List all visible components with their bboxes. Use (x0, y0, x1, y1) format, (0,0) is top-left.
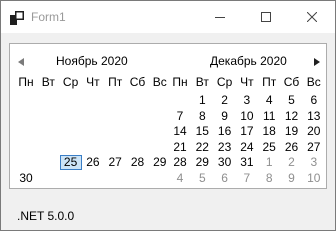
date-cell[interactable]: 17 (236, 124, 258, 139)
app-icon (10, 10, 24, 25)
date-cell[interactable]: 5 (281, 93, 303, 108)
weekday-header: Пн (172, 75, 188, 89)
weekday-header: Вт (195, 75, 209, 89)
maximize-icon (261, 12, 271, 22)
date-cell[interactable]: 20 (303, 124, 325, 139)
date-cell[interactable]: 29 (191, 155, 213, 170)
weekday-header: Чт (86, 75, 100, 89)
date-cell[interactable]: 1 (191, 93, 213, 108)
date-cell[interactable]: 31 (236, 155, 258, 170)
date-cell[interactable]: 28 (127, 155, 149, 170)
today-date-cell[interactable]: 25 (59, 155, 82, 170)
date-cell[interactable]: 30 (214, 155, 236, 170)
month-title-december[interactable]: Декабрь 2020 (210, 54, 287, 68)
date-cell[interactable]: 6 (303, 93, 325, 108)
date-cell[interactable]: 4 (258, 93, 280, 108)
date-cell[interactable]: 6 (214, 171, 236, 186)
close-button[interactable] (289, 1, 335, 33)
version-label: .NET 5.0.0 (17, 209, 75, 223)
maximize-button[interactable] (243, 1, 289, 33)
weekday-header: Пт (262, 75, 277, 89)
date-cell[interactable]: 8 (191, 109, 213, 124)
date-cell[interactable]: 28 (169, 155, 191, 170)
date-cell[interactable]: 10 (236, 109, 258, 124)
weekday-header: Чт (240, 75, 254, 89)
minimize-button[interactable] (197, 1, 243, 33)
prev-month-button[interactable] (14, 55, 28, 69)
weekday-header: Сб (283, 75, 300, 89)
date-cell[interactable]: 26 (281, 140, 303, 155)
date-cell[interactable]: 1 (258, 155, 280, 170)
next-month-button[interactable] (310, 55, 324, 69)
date-cell[interactable]: 16 (214, 124, 236, 139)
weekday-header: Ср (62, 75, 79, 89)
date-cell[interactable]: 30 (15, 171, 37, 186)
arrow-left-icon (18, 58, 24, 66)
date-cell[interactable]: 4 (169, 171, 191, 186)
date-cell[interactable]: 19 (281, 124, 303, 139)
weekday-header: Пт (108, 75, 123, 89)
date-cell[interactable]: 3 (303, 155, 325, 170)
date-cell[interactable]: 13 (303, 109, 325, 124)
date-cell[interactable]: 9 (214, 109, 236, 124)
close-icon (307, 12, 317, 22)
date-cell[interactable]: 15 (191, 124, 213, 139)
date-cell[interactable]: 8 (258, 171, 280, 186)
weekday-header: Вс (152, 75, 167, 89)
date-cell[interactable]: 24 (236, 140, 258, 155)
date-cell[interactable]: 2 (281, 155, 303, 170)
month-title-november[interactable]: Ноябрь 2020 (56, 54, 128, 68)
date-cell[interactable]: 14 (169, 124, 191, 139)
date-cell[interactable]: 27 (303, 140, 325, 155)
form-client-area: Ноябрь 2020 Декабрь 2020 Пн Вт Ср Чт Пт Сб Вс 2… (1, 33, 335, 230)
date-cell[interactable]: 18 (258, 124, 280, 139)
month-calendar[interactable]: Ноябрь 2020 Декабрь 2020 Пн Вт Ср Чт Пт Сб Вс 2… (9, 43, 327, 189)
minimize-icon (215, 17, 225, 18)
date-cell[interactable]: 21 (169, 140, 191, 155)
date-cell[interactable]: 22 (191, 140, 213, 155)
date-cell[interactable]: 10 (303, 171, 325, 186)
title-bar[interactable]: Form1 (1, 1, 335, 33)
date-cell[interactable]: 2 (214, 93, 236, 108)
date-cell[interactable]: 3 (236, 93, 258, 108)
weekday-header: Ср (216, 75, 233, 89)
window-title: Form1 (31, 10, 66, 24)
date-cell[interactable]: 9 (281, 171, 303, 186)
date-cell[interactable]: 29 (149, 155, 171, 170)
main-window: Form1 Ноябрь 2020 Декабрь 2020 Пн Вт Ср … (0, 0, 336, 231)
weekday-header: Вт (41, 75, 55, 89)
date-cell[interactable]: 11 (258, 109, 280, 124)
date-cell[interactable]: 23 (214, 140, 236, 155)
date-cell[interactable]: 12 (281, 109, 303, 124)
date-cell[interactable]: 26 (82, 155, 104, 170)
date-cell[interactable]: 7 (169, 109, 191, 124)
date-cell[interactable]: 5 (191, 171, 213, 186)
weekday-header: Вс (306, 75, 321, 89)
date-cell[interactable]: 7 (236, 171, 258, 186)
date-cell[interactable]: 25 (258, 140, 280, 155)
weekday-header: Сб (129, 75, 146, 89)
arrow-right-icon (314, 58, 320, 66)
weekday-header: Пн (18, 75, 34, 89)
date-cell[interactable]: 27 (104, 155, 126, 170)
